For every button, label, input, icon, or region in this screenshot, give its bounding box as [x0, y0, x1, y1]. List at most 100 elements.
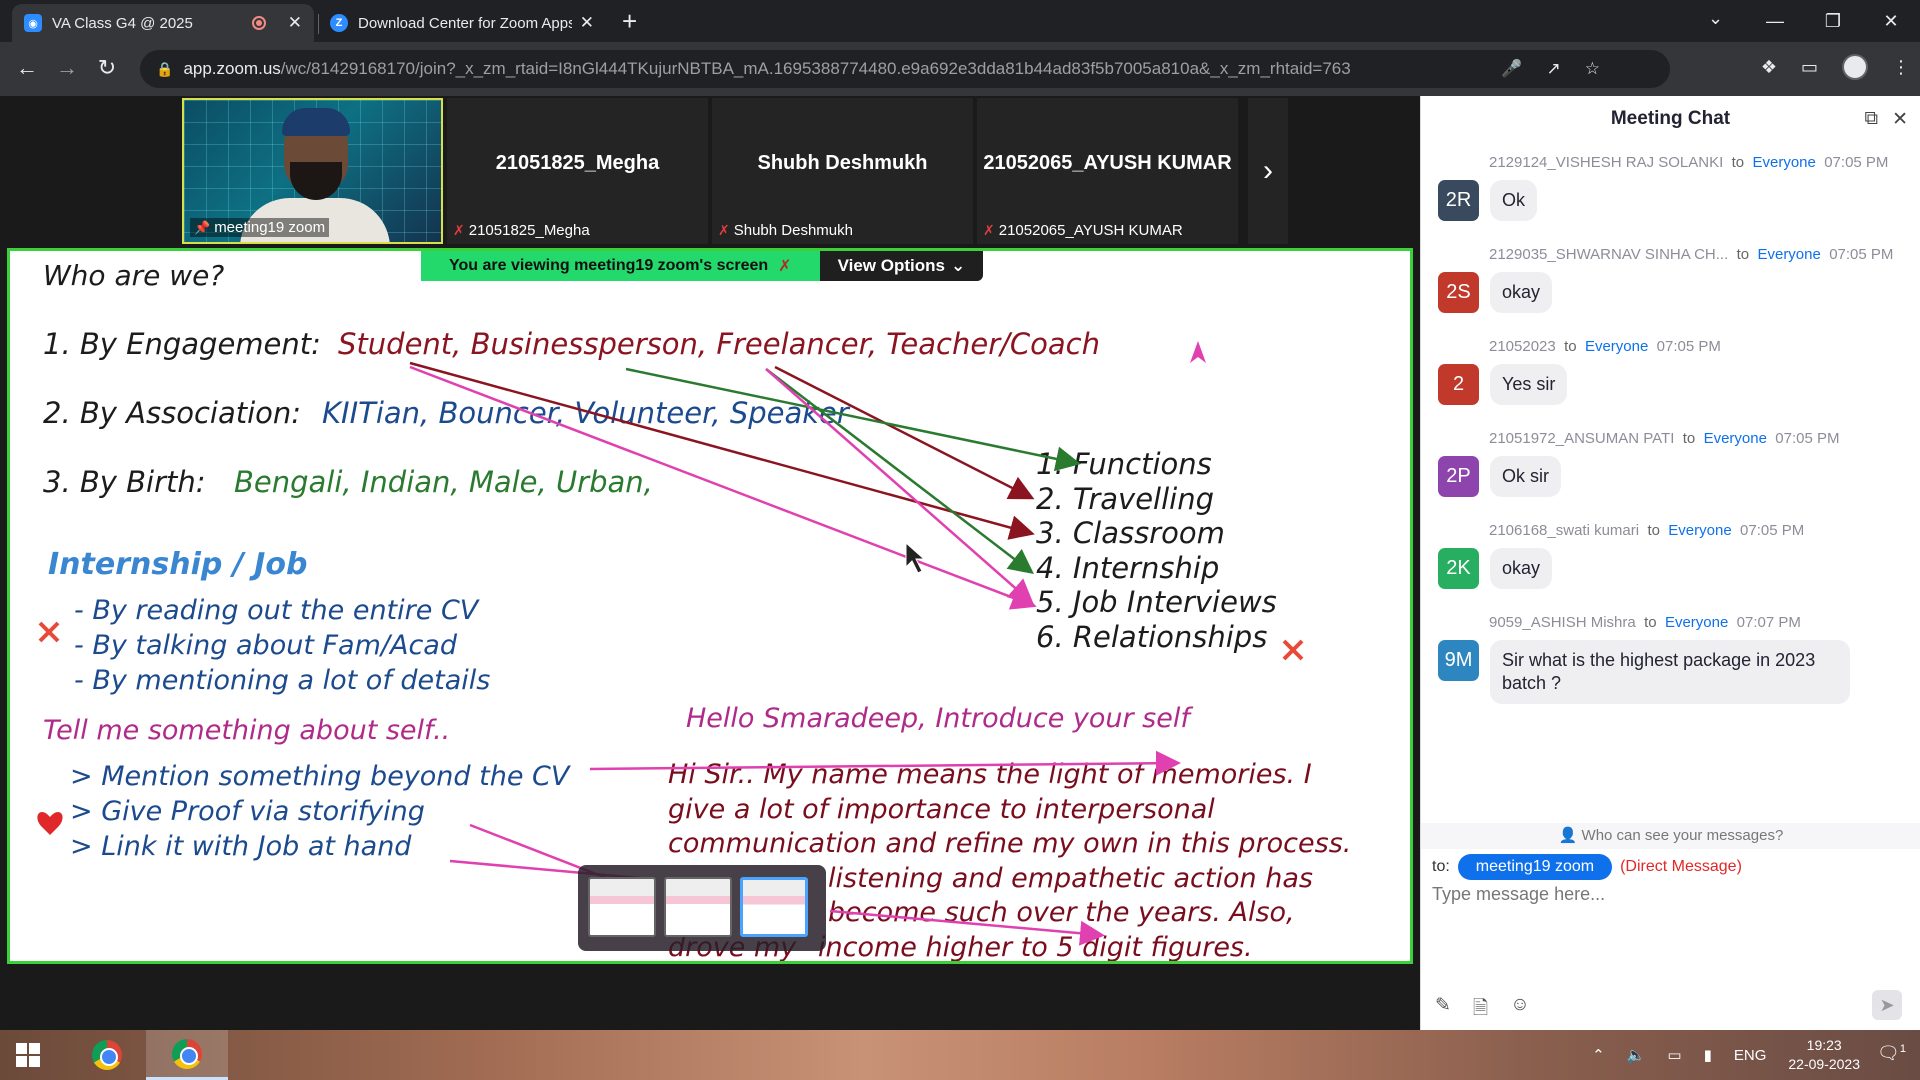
- taskbar-chrome-app-active[interactable]: [146, 1030, 228, 1080]
- notification-icon[interactable]: 🗨1: [1877, 1043, 1906, 1064]
- extensions-puzzle-icon[interactable]: ❖: [1761, 57, 1777, 78]
- avatar[interactable]: 2S: [1438, 272, 1479, 313]
- avatar[interactable]: 2K: [1438, 548, 1479, 589]
- participant-name: meeting19 zoom: [214, 219, 326, 236]
- profile-avatar-icon[interactable]: [1842, 54, 1868, 80]
- close-tab-icon[interactable]: ✕: [288, 13, 302, 33]
- slide-content: Who are we? 1. By Engagement: Student, B…: [10, 251, 1410, 961]
- next-participants-chevron-icon[interactable]: ›: [1248, 98, 1288, 244]
- recipient-select[interactable]: meeting19 zoom: [1457, 854, 1613, 880]
- close-tab-icon[interactable]: ✕: [580, 13, 594, 33]
- microphone-icon[interactable]: 🎤: [1501, 59, 1522, 79]
- message-recipient[interactable]: Everyone: [1757, 246, 1820, 263]
- back-button[interactable]: ←: [12, 55, 42, 81]
- participant-label: ✗ Shubh Deshmukh: [718, 222, 853, 239]
- avatar[interactable]: 2: [1438, 364, 1479, 405]
- participant-tile-video[interactable]: 📌 meeting19 zoom: [182, 98, 443, 244]
- to-word: to: [1564, 338, 1577, 355]
- send-button[interactable]: ➤: [1872, 990, 1902, 1020]
- slide-thumbnail[interactable]: [664, 877, 732, 937]
- volume-icon[interactable]: 🔈: [1627, 1046, 1646, 1064]
- tab-title: Download Center for Zoom Apps: [358, 14, 572, 32]
- side-panel-icon[interactable]: ▭: [1801, 57, 1818, 78]
- message-time: 07:05 PM: [1829, 246, 1894, 263]
- tab-title: VA Class G4 @ 2025: [52, 14, 193, 32]
- battery-icon[interactable]: ▮: [1704, 1046, 1712, 1064]
- chat-header-icons: ⧉ ✕: [1865, 108, 1909, 131]
- emoji-icon[interactable]: ☺: [1510, 994, 1529, 1026]
- tab-va-class[interactable]: ◉ VA Class G4 @ 2025 ✕: [12, 4, 314, 42]
- minimize-button[interactable]: —: [1746, 11, 1804, 32]
- muted-mic-icon: ✗: [718, 222, 730, 238]
- system-tray: ⌃ 🔈 ▭ ▮ ENG 19:23 22-09-2023: [1592, 1030, 1860, 1080]
- message-time: 07:07 PM: [1736, 614, 1801, 631]
- chat-message-list: 2129124_VISHESH RAJ SOLANKI to Everyone …: [1421, 150, 1920, 704]
- line2-label: 2. By Association:: [43, 396, 302, 430]
- avatar[interactable]: 2R: [1438, 180, 1479, 221]
- popout-icon[interactable]: ⧉: [1865, 108, 1879, 131]
- message-time: 07:05 PM: [1656, 338, 1721, 355]
- message-sender: 2129124_VISHESH RAJ SOLANKI: [1489, 154, 1724, 171]
- slide-thumbnail[interactable]: [588, 877, 656, 937]
- message-recipient[interactable]: Everyone: [1753, 154, 1816, 171]
- participant-label: 📌 meeting19 zoom: [190, 218, 330, 237]
- restore-button[interactable]: ❐: [1804, 11, 1862, 32]
- screen-root: ◉ VA Class G4 @ 2025 ✕ Z Download Center…: [0, 0, 1920, 1080]
- participant-tile[interactable]: 21052065_AYUSH KUMAR ✗ 21052065_AYUSH KUM…: [977, 98, 1238, 244]
- view-options-label: View Options: [837, 256, 945, 275]
- language-indicator[interactable]: ENG: [1734, 1047, 1767, 1064]
- tell-heading: Tell me something about self..: [43, 715, 451, 746]
- bookmark-star-icon[interactable]: ☆: [1585, 59, 1600, 79]
- share-icon[interactable]: ↗: [1547, 59, 1561, 79]
- answer-line: communication and refine my own in this …: [668, 828, 1352, 859]
- close-window-button[interactable]: ✕: [1862, 11, 1920, 32]
- participant-tile[interactable]: 21051825_Megha ✗ 21051825_Megha: [447, 98, 708, 244]
- internship-item: - By talking about Fam/Acad: [74, 630, 457, 661]
- close-icon[interactable]: ✕: [1892, 108, 1908, 131]
- chat-message: 2129035_SHWARNAV SINHA CH... to Everyone…: [1421, 242, 1920, 334]
- line3-label: 3. By Birth:: [43, 465, 206, 499]
- clock[interactable]: 19:23 22-09-2023: [1788, 1036, 1860, 1074]
- avatar[interactable]: 2P: [1438, 456, 1479, 497]
- slide-thumbnail-strip: [578, 865, 826, 951]
- view-options-button[interactable]: View Options ⌄: [819, 251, 984, 281]
- new-tab-button[interactable]: +: [622, 8, 637, 34]
- reload-button[interactable]: ↻: [92, 55, 122, 81]
- message-meta: 2129035_SHWARNAV SINHA CH... to Everyone…: [1489, 246, 1893, 263]
- format-icon[interactable]: ✎: [1435, 994, 1451, 1026]
- meeting-chat-panel: Meeting Chat ⧉ ✕ 2129124_VISHESH RAJ SOL…: [1420, 96, 1920, 1030]
- message-time: 07:05 PM: [1824, 154, 1889, 171]
- red-cross-icon: [1282, 639, 1304, 661]
- message-recipient[interactable]: Everyone: [1665, 614, 1728, 631]
- to-word: to: [1731, 154, 1745, 171]
- avatar[interactable]: 9M: [1438, 640, 1479, 681]
- send-icon: ➤: [1879, 994, 1895, 1015]
- message-recipient[interactable]: Everyone: [1668, 522, 1731, 539]
- file-icon[interactable]: 🗎: [1473, 994, 1488, 1026]
- taskbar-chrome-app[interactable]: [66, 1030, 148, 1080]
- participant-tile[interactable]: Shubh Deshmukh ✗ Shubh Deshmukh: [712, 98, 973, 244]
- windows-start-icon[interactable]: [16, 1043, 40, 1067]
- who-can-see-link[interactable]: 👤 Who can see your messages?: [1421, 823, 1920, 849]
- message-text: Ok sir: [1490, 456, 1561, 497]
- browser-menu-icon[interactable]: ⋮: [1892, 57, 1910, 78]
- message-recipient[interactable]: Everyone: [1585, 338, 1648, 355]
- network-icon[interactable]: ▭: [1667, 1046, 1681, 1064]
- participant-label: ✗ 21052065_AYUSH KUMAR: [983, 222, 1183, 239]
- arrow-line: [774, 365, 1035, 500]
- tab-search-chevron-icon[interactable]: ⌄: [1708, 8, 1723, 29]
- list-item: 1. Functions: [1036, 447, 1212, 481]
- slide-thumbnail-selected[interactable]: [740, 877, 808, 937]
- list-item: 5. Job Interviews: [1036, 585, 1277, 619]
- slide-title: Who are we?: [43, 259, 225, 292]
- zoom-camera-icon: ◉: [24, 14, 42, 32]
- chat-message-input[interactable]: Type message here...: [1432, 884, 1605, 905]
- chevron-up-icon[interactable]: ⌃: [1592, 1046, 1605, 1064]
- forward-button[interactable]: →: [52, 55, 82, 81]
- address-bar[interactable]: 🔒 app.zoom.us/wc/81429168170/join?_x_zm_…: [140, 50, 1670, 88]
- message-recipient[interactable]: Everyone: [1704, 430, 1767, 447]
- tab-download-center[interactable]: Z Download Center for Zoom Apps ✕: [318, 4, 606, 42]
- message-meta: 21052023 to Everyone 07:05 PM: [1489, 338, 1721, 355]
- hello-line: Hello Smaradeep, Introduce your self: [686, 703, 1190, 734]
- chat-title: Meeting Chat: [1610, 108, 1731, 129]
